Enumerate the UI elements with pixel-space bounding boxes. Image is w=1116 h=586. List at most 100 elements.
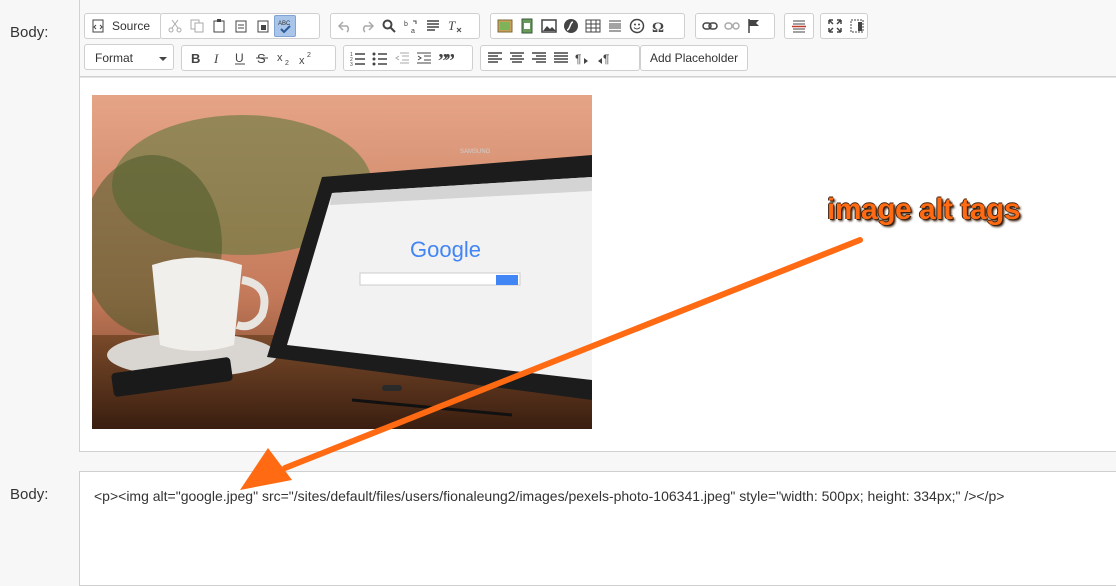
- superscript-button[interactable]: x2: [295, 47, 317, 69]
- table-button[interactable]: [582, 15, 604, 37]
- select-all-icon: [427, 20, 439, 31]
- media-button[interactable]: [516, 15, 538, 37]
- picture-icon: [541, 19, 557, 33]
- outdent-button[interactable]: [391, 47, 413, 69]
- align-group: ¶ ¶: [480, 45, 640, 71]
- justify-button[interactable]: [550, 47, 572, 69]
- align-left-button[interactable]: [484, 47, 506, 69]
- tablet-photo: SAMSUNG Google: [92, 95, 592, 429]
- bulleted-list-button[interactable]: [369, 47, 391, 69]
- undo-icon: [337, 21, 350, 33]
- format-label: Format: [95, 51, 134, 65]
- svg-text:I: I: [213, 51, 219, 66]
- anchor-button[interactable]: [743, 15, 765, 37]
- bulleted-list-icon: [372, 52, 387, 66]
- inserted-image[interactable]: SAMSUNG Google: [92, 95, 592, 429]
- link-button[interactable]: [699, 15, 721, 37]
- redo-button[interactable]: [356, 15, 378, 37]
- media-icon: [521, 18, 533, 34]
- samsung-label: SAMSUNG: [460, 149, 491, 155]
- align-center-button[interactable]: [506, 47, 528, 69]
- spellcheck-button[interactable]: ABC: [274, 15, 296, 37]
- editor-content[interactable]: SAMSUNG Google: [80, 77, 1116, 452]
- svg-text:B: B: [191, 51, 200, 66]
- svg-text:T: T: [448, 18, 456, 33]
- subscript-button[interactable]: x2: [273, 47, 295, 69]
- svg-text:Ω: Ω: [652, 20, 664, 34]
- maximize-icon: [828, 19, 842, 33]
- template-button[interactable]: [788, 15, 810, 37]
- body-label-bottom: Body:: [10, 486, 49, 503]
- svg-text:U: U: [235, 51, 244, 65]
- format-dropdown[interactable]: Format: [84, 44, 174, 70]
- source-textarea[interactable]: <p><img alt="google.jpeg" src="/sites/de…: [79, 471, 1116, 586]
- cut-button[interactable]: [164, 15, 186, 37]
- unlink-button[interactable]: [721, 15, 743, 37]
- select-all-button[interactable]: [422, 15, 444, 37]
- link-icon: [702, 22, 718, 30]
- rtl-button[interactable]: ¶: [594, 47, 616, 69]
- align-right-button[interactable]: [528, 47, 550, 69]
- picture-button[interactable]: [538, 15, 560, 37]
- view-group: [820, 13, 868, 39]
- find-button[interactable]: [378, 15, 400, 37]
- google-logo: Google: [410, 237, 481, 262]
- maximize-button[interactable]: [824, 15, 846, 37]
- redo-icon: [362, 21, 375, 33]
- spellcheck-icon: ABC: [278, 21, 291, 34]
- svg-text:¶: ¶: [575, 52, 581, 66]
- justify-icon: [554, 52, 568, 63]
- source-icon: [92, 19, 104, 33]
- editing-group: ba T: [330, 13, 480, 39]
- paste-button[interactable]: [208, 15, 230, 37]
- numbered-list-icon: 123: [350, 52, 365, 66]
- italic-button[interactable]: I: [207, 47, 229, 69]
- special-char-button[interactable]: Ω: [648, 15, 670, 37]
- source-group: Source: [84, 13, 163, 39]
- align-center-icon: [510, 52, 524, 63]
- paste-word-button[interactable]: [252, 15, 274, 37]
- cut-icon: [168, 19, 182, 33]
- table-icon: [585, 19, 601, 33]
- paste-text-button[interactable]: [230, 15, 252, 37]
- ltr-icon: ¶: [575, 52, 588, 66]
- show-blocks-button[interactable]: [846, 15, 868, 37]
- remove-format-button[interactable]: T: [444, 15, 466, 37]
- horizontal-line-button[interactable]: [604, 15, 626, 37]
- bold-button[interactable]: B: [185, 47, 207, 69]
- placeholder-group: Add Placeholder: [640, 45, 749, 71]
- paste-text-icon: [235, 20, 247, 33]
- smiley-button[interactable]: [626, 15, 648, 37]
- numbered-list-button[interactable]: 123: [347, 47, 369, 69]
- template-group: [784, 13, 814, 39]
- special-char-icon: Ω: [652, 20, 664, 34]
- svg-text:x: x: [277, 52, 283, 64]
- source-code: <p><img alt="google.jpeg" src="/sites/de…: [94, 488, 1005, 504]
- underline-button[interactable]: U: [229, 47, 251, 69]
- copy-button[interactable]: [186, 15, 208, 37]
- replace-button[interactable]: ba: [400, 15, 422, 37]
- align-right-icon: [532, 52, 546, 63]
- source-button[interactable]: Source: [88, 15, 158, 37]
- underline-icon: U: [235, 51, 245, 65]
- add-placeholder-button[interactable]: Add Placeholder: [644, 47, 744, 69]
- bold-icon: B: [191, 51, 200, 66]
- svg-text:3: 3: [350, 62, 353, 66]
- list-group: 123 ””: [343, 45, 473, 71]
- undo-button[interactable]: [334, 15, 356, 37]
- find-icon: [382, 19, 396, 33]
- ltr-button[interactable]: ¶: [572, 47, 594, 69]
- flash-button[interactable]: [560, 15, 582, 37]
- strike-button[interactable]: S: [251, 47, 273, 69]
- image-button[interactable]: [494, 15, 516, 37]
- paste-icon: [213, 19, 225, 33]
- italic-icon: I: [213, 51, 219, 66]
- rtl-icon: ¶: [598, 52, 609, 66]
- blockquote-button[interactable]: ””: [435, 47, 457, 69]
- subscript-icon: x2: [277, 52, 289, 66]
- indent-button[interactable]: [413, 47, 435, 69]
- insert-group: Ω: [490, 13, 685, 39]
- svg-text:¶: ¶: [603, 52, 609, 66]
- align-left-icon: [488, 52, 502, 63]
- image-icon: [497, 19, 513, 33]
